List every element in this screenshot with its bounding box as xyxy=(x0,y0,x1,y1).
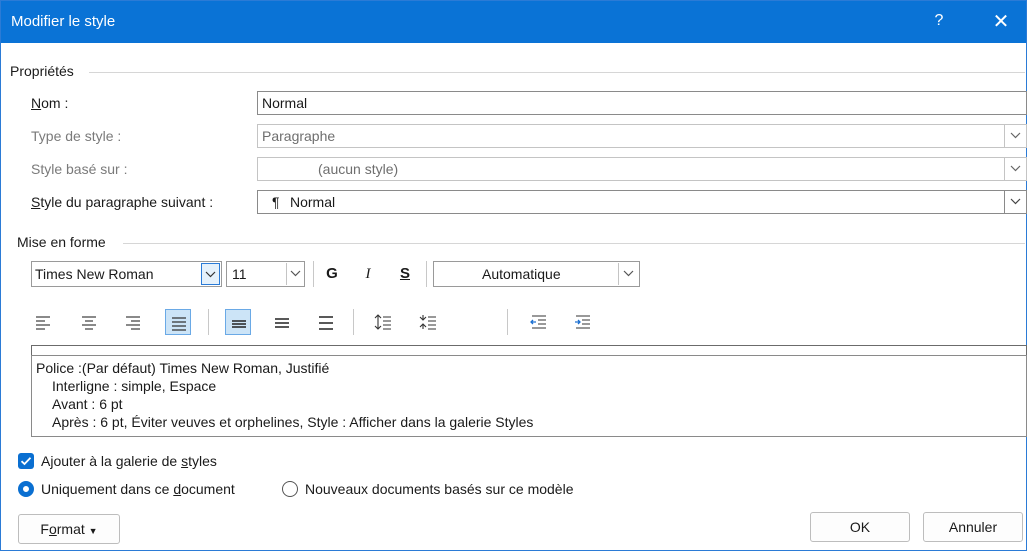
only-this-document-label[interactable]: Uniquement dans ce document xyxy=(41,481,235,497)
decrease-indent-icon[interactable] xyxy=(526,309,552,335)
title-bar: Modifier le style ? ✕ xyxy=(1,1,1026,43)
chevron-down-icon[interactable] xyxy=(1004,158,1026,180)
add-to-gallery-checkbox[interactable] xyxy=(18,453,34,469)
modify-style-dialog: Modifier le style ? ✕ Propriétés Nom : N… xyxy=(0,0,1027,551)
space-before-increase-icon[interactable] xyxy=(370,309,396,335)
description-line: Après : 6 pt, Éviter veuves et orpheline… xyxy=(52,414,534,430)
bold-button[interactable]: G xyxy=(319,261,345,287)
name-value: Normal xyxy=(262,95,308,111)
chevron-down-icon[interactable] xyxy=(1004,191,1026,213)
align-left-icon[interactable] xyxy=(30,309,56,335)
based-on-value: (aucun style) xyxy=(318,161,399,177)
toolbar-separator xyxy=(353,309,354,335)
font-select[interactable]: Times New Roman xyxy=(31,261,222,287)
next-style-select[interactable]: ¶ Normal xyxy=(257,190,1027,214)
italic-button[interactable]: I xyxy=(355,261,381,287)
font-color-value: Automatique xyxy=(482,266,561,282)
only-this-document-radio[interactable] xyxy=(18,481,34,497)
toolbar-separator xyxy=(507,309,508,335)
next-style-value: Normal xyxy=(290,194,336,210)
increase-indent-icon[interactable] xyxy=(570,309,596,335)
properties-divider xyxy=(89,72,1025,73)
font-size-value: 11 xyxy=(232,266,247,282)
chevron-down-icon[interactable] xyxy=(201,263,220,285)
style-type-label: Type de style : xyxy=(31,128,122,144)
single-spacing-icon[interactable] xyxy=(225,309,251,335)
name-label: Nom : xyxy=(31,95,69,111)
chevron-down-icon[interactable] xyxy=(618,263,639,285)
help-button[interactable]: ? xyxy=(929,12,949,30)
toolbar-separator xyxy=(313,261,314,287)
checkmark-icon xyxy=(20,457,32,466)
new-documents-radio[interactable] xyxy=(282,481,298,497)
underline-button[interactable]: S xyxy=(392,261,418,287)
description-line: Police :(Par défaut) Times New Roman, Ju… xyxy=(36,360,330,376)
cancel-button[interactable]: Annuler xyxy=(923,512,1023,542)
chevron-down-icon[interactable] xyxy=(286,263,305,285)
style-type-select[interactable]: Paragraphe xyxy=(257,124,1027,148)
ok-button[interactable]: OK xyxy=(810,512,910,542)
style-description: Police :(Par défaut) Times New Roman, Ju… xyxy=(31,355,1027,437)
font-size-select[interactable]: 11 xyxy=(226,261,305,287)
dropdown-caret-icon: ▼ xyxy=(88,526,98,536)
format-menu-button[interactable]: Format ▼ xyxy=(18,514,120,544)
next-style-label: Style du paragraphe suivant : xyxy=(31,194,214,210)
new-documents-label[interactable]: Nouveaux documents basés sur ce modèle xyxy=(305,481,573,497)
one-half-spacing-icon[interactable] xyxy=(269,309,295,335)
dialog-title: Modifier le style xyxy=(11,13,116,30)
align-center-icon[interactable] xyxy=(76,309,102,335)
space-before-decrease-icon[interactable] xyxy=(415,309,441,335)
description-line: Interligne : simple, Espace xyxy=(52,378,217,394)
name-field[interactable]: Normal xyxy=(257,91,1027,115)
close-button[interactable]: ✕ xyxy=(986,7,1016,37)
pilcrow-icon: ¶ xyxy=(272,194,280,210)
style-type-value: Paragraphe xyxy=(262,128,336,144)
justify-icon[interactable] xyxy=(165,309,191,335)
double-spacing-icon[interactable] xyxy=(313,309,339,335)
font-value: Times New Roman xyxy=(35,266,154,282)
based-on-label: Style basé sur : xyxy=(31,161,128,177)
toolbar-separator xyxy=(426,261,427,287)
add-to-gallery-label[interactable]: Ajouter à la galerie de styles xyxy=(41,453,217,469)
based-on-select[interactable]: (aucun style) xyxy=(257,157,1027,181)
chevron-down-icon[interactable] xyxy=(1004,125,1026,147)
description-line: Avant : 6 pt xyxy=(52,396,123,412)
align-right-icon[interactable] xyxy=(120,309,146,335)
formatting-divider xyxy=(123,243,1025,244)
properties-section-label: Propriétés xyxy=(10,63,74,79)
formatting-section-label: Mise en forme xyxy=(17,234,106,250)
font-color-select[interactable]: Automatique xyxy=(433,261,640,287)
toolbar-separator xyxy=(208,309,209,335)
style-preview xyxy=(31,345,1027,355)
